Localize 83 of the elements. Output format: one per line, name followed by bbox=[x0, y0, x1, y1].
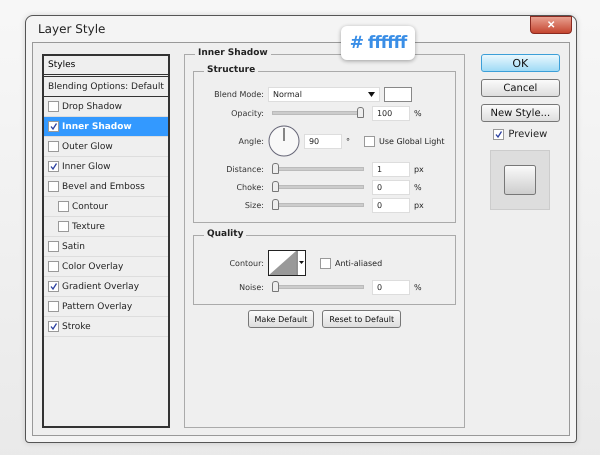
list-header: Styles bbox=[44, 56, 168, 77]
style-label: Outer Glow bbox=[62, 142, 113, 152]
field-label: Opacity: bbox=[230, 108, 264, 118]
unit-label: ° bbox=[346, 136, 350, 146]
preview-swatch-icon bbox=[504, 165, 536, 195]
checkbox[interactable] bbox=[48, 321, 59, 332]
checkbox[interactable] bbox=[364, 136, 375, 146]
number-field[interactable]: 0 bbox=[372, 198, 410, 212]
style-label: Satin bbox=[62, 242, 85, 252]
style-label: Gradient Overlay bbox=[62, 282, 140, 292]
style-item[interactable]: Satin bbox=[44, 237, 168, 257]
style-item[interactable]: Stroke bbox=[44, 317, 168, 337]
contour-picker[interactable] bbox=[268, 250, 306, 276]
window-title: Layer Style bbox=[38, 22, 106, 36]
style-label: Color Overlay bbox=[62, 262, 124, 272]
unit-label: px bbox=[414, 164, 424, 174]
panel-title: Inner Shadow bbox=[194, 48, 271, 58]
group-title: Quality bbox=[204, 229, 246, 239]
style-label: Drop Shadow bbox=[62, 102, 122, 112]
default-button[interactable]: Reset to Default bbox=[322, 310, 402, 328]
slider-handle[interactable] bbox=[356, 107, 364, 118]
style-item[interactable]: Gradient Overlay bbox=[44, 277, 168, 297]
field-label: Angle: bbox=[238, 136, 264, 146]
checkbox[interactable] bbox=[493, 128, 504, 140]
style-label: Inner Glow bbox=[62, 162, 111, 172]
style-item[interactable]: Outer Glow bbox=[44, 137, 168, 157]
slider-handle[interactable] bbox=[272, 199, 279, 210]
style-item[interactable]: Texture bbox=[44, 217, 168, 237]
style-item[interactable]: Color Overlay bbox=[44, 257, 168, 277]
checkbox[interactable] bbox=[48, 121, 59, 132]
checkbox[interactable] bbox=[58, 201, 69, 212]
checkbox[interactable] bbox=[48, 261, 59, 272]
checkbox[interactable] bbox=[58, 221, 69, 232]
number-field[interactable]: 0 bbox=[372, 280, 410, 294]
style-item[interactable]: Pattern Overlay bbox=[44, 297, 168, 317]
checkbox[interactable] bbox=[48, 181, 59, 192]
color-annotation: # ffffff bbox=[341, 26, 415, 60]
style-label: Contour bbox=[72, 202, 108, 212]
unit-label: px bbox=[414, 200, 424, 210]
style-label: Bevel and Emboss bbox=[62, 182, 145, 192]
style-item[interactable]: Contour bbox=[44, 197, 168, 217]
style-label: Stroke bbox=[62, 322, 91, 332]
field-label: Choke: bbox=[235, 182, 264, 192]
group-title: Structure bbox=[204, 65, 258, 75]
style-item[interactable]: Blending Options: Default bbox=[44, 77, 168, 97]
unit-label: % bbox=[414, 182, 422, 192]
field-label: Blend Mode: bbox=[213, 90, 264, 98]
number-field[interactable]: 90 bbox=[304, 134, 342, 148]
field-label: Noise: bbox=[238, 282, 264, 292]
style-item[interactable]: Bevel and Emboss bbox=[44, 177, 168, 197]
slider-handle[interactable] bbox=[272, 163, 279, 174]
checkbox[interactable] bbox=[48, 141, 59, 152]
caret-icon bbox=[368, 92, 375, 96]
checkbox-label: Preview bbox=[508, 128, 548, 140]
dialog-button[interactable]: Cancel bbox=[480, 79, 560, 97]
unit-label: % bbox=[414, 108, 422, 118]
style-label: Pattern Overlay bbox=[62, 302, 132, 312]
checkbox-label: Use Global Light bbox=[378, 136, 444, 146]
number-field[interactable]: 100 bbox=[372, 106, 410, 120]
number-field[interactable]: 0 bbox=[372, 180, 410, 194]
slider-handle[interactable] bbox=[272, 181, 279, 192]
field-label: Size: bbox=[244, 200, 264, 210]
slider-handle[interactable] bbox=[272, 281, 279, 292]
style-label: Texture bbox=[72, 222, 105, 232]
unit-label: % bbox=[414, 282, 422, 292]
style-item[interactable]: Inner Glow bbox=[44, 157, 168, 177]
field-label: Contour: bbox=[228, 258, 264, 268]
number-field[interactable]: 1 bbox=[372, 162, 410, 176]
checkbox-label: Anti-aliased bbox=[334, 258, 382, 268]
dialog-button[interactable]: OK bbox=[480, 54, 560, 72]
style-label: Inner Shadow bbox=[62, 122, 132, 132]
checkbox[interactable] bbox=[48, 101, 59, 112]
checkbox[interactable] bbox=[48, 241, 59, 252]
dialog-button[interactable]: New Style... bbox=[480, 104, 560, 122]
default-button[interactable]: Make Default bbox=[248, 310, 314, 328]
checkbox[interactable] bbox=[320, 258, 331, 268]
field-label: Distance: bbox=[225, 164, 264, 174]
checkbox[interactable] bbox=[48, 161, 59, 172]
angle-dial-icon[interactable] bbox=[268, 125, 300, 157]
checkbox[interactable] bbox=[48, 301, 59, 312]
checkbox[interactable] bbox=[48, 281, 59, 292]
color-swatch[interactable] bbox=[384, 86, 412, 102]
blend-mode-dropdown[interactable]: Normal bbox=[268, 86, 380, 102]
